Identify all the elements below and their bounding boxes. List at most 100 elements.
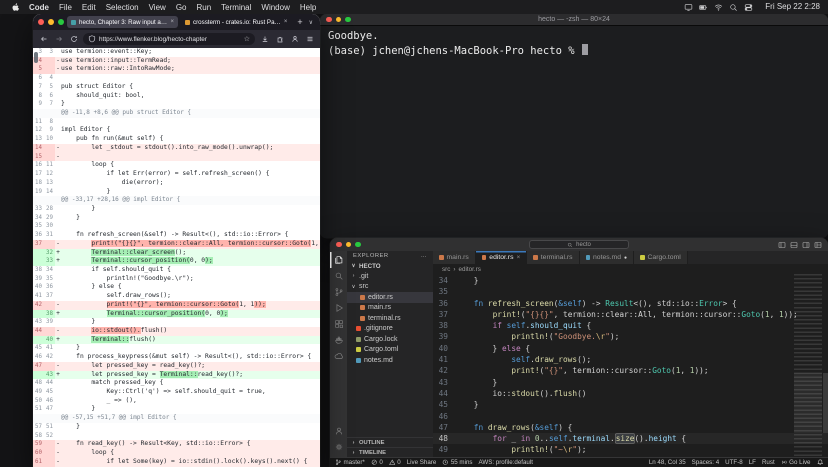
control-center-icon[interactable]	[744, 3, 753, 12]
menu-item-help[interactable]: Help	[295, 3, 321, 12]
activity-cloud-icon[interactable]	[330, 348, 347, 364]
editor-tab-notes.md[interactable]: notes.md ●	[579, 251, 635, 264]
wifi-icon[interactable]	[714, 3, 723, 12]
vscode-window-controls[interactable]	[336, 241, 361, 248]
panel-bottom-icon[interactable]	[790, 241, 798, 249]
status-item-go-live[interactable]: Go Live	[781, 459, 811, 466]
panel-left-icon[interactable]	[778, 241, 786, 249]
panel-right-icon[interactable]	[802, 241, 810, 249]
editor-tab-terminal.rs[interactable]: terminal.rs	[527, 251, 580, 264]
code-line[interactable]: 37 print!("{}{}", termion::clear::All, t…	[433, 309, 828, 320]
extensions-icon[interactable]	[274, 34, 285, 45]
explorer-item-notes.md[interactable]: notes.md	[347, 355, 433, 366]
code-line[interactable]: 41 self.draw_rows();	[433, 354, 828, 365]
status-item-master-[interactable]: master*	[335, 459, 365, 466]
explorer-root-folder[interactable]: ∨ HECTO	[347, 261, 433, 271]
status-item-bell[interactable]	[817, 459, 824, 466]
status-item-spaces-4[interactable]: Spaces: 4	[692, 459, 720, 466]
display-icon[interactable]	[684, 3, 693, 12]
browser-tab[interactable]: crossterm - crates.io: Rust Pac… ×	[181, 16, 291, 28]
code-line[interactable]: 49 println!("~\r");	[433, 444, 828, 455]
status-item-aws-profile-default[interactable]: AWS: profile:default	[479, 459, 533, 466]
code-line[interactable]: 38 if self.should_quit {	[433, 320, 828, 331]
menu-icon[interactable]	[304, 34, 315, 45]
account-icon[interactable]	[289, 34, 300, 45]
code-line[interactable]: 40 } else {	[433, 343, 828, 354]
status-item-0[interactable]: 0	[371, 459, 383, 466]
activity-search-icon[interactable]	[330, 268, 347, 284]
editor-tab-main.rs[interactable]: main.rs	[433, 251, 476, 264]
apple-logo[interactable]	[8, 2, 24, 12]
download-icon[interactable]	[259, 34, 270, 45]
terminal-titlebar[interactable]: hecto — -zsh — 80×24	[320, 14, 828, 26]
editor-scrollbar-thumb[interactable]	[823, 372, 828, 434]
status-item-55-mins[interactable]: 55 mins	[442, 459, 473, 466]
sidebar-section-outline[interactable]: › OUTLINE	[347, 437, 433, 447]
minimap[interactable]	[794, 274, 822, 457]
bookmark-star-icon[interactable]: ☆	[244, 35, 250, 43]
code-line[interactable]: 36 fn refresh_screen(&self) -> Result<()…	[433, 298, 828, 309]
activity-ext-icon[interactable]	[330, 316, 347, 332]
code-line[interactable]: 47 fn draw_rows(&self) {	[433, 422, 828, 433]
activity-account-icon[interactable]	[330, 423, 347, 439]
activity-scm-icon[interactable]	[330, 284, 347, 300]
code-line[interactable]: 48 for _ in 0..self.terminal.size().heig…	[433, 433, 828, 445]
explorer-item-Cargo.toml[interactable]: Cargo.toml	[347, 345, 433, 356]
browser-tab[interactable]: hecto, Chapter 3: Raw input an… ×	[67, 16, 179, 28]
tab-close-icon[interactable]: ×	[284, 19, 288, 25]
command-center[interactable]: hecto	[529, 240, 629, 249]
status-item-live-share[interactable]: Live Share	[407, 459, 437, 466]
menu-item-run[interactable]: Run	[191, 3, 216, 12]
status-item-lf[interactable]: LF	[749, 459, 756, 466]
menubar-clock[interactable]: Fri Sep 22 2:28	[763, 2, 820, 11]
explorer-item-Cargo.lock[interactable]: Cargo.lock	[347, 334, 433, 345]
explorer-actions-icon[interactable]: …	[421, 253, 427, 259]
code-line[interactable]: 46	[433, 411, 828, 422]
code-line[interactable]: 45 }	[433, 399, 828, 410]
code-line[interactable]: 43 }	[433, 377, 828, 388]
explorer-item-.git[interactable]: › .git	[347, 271, 433, 282]
menu-item-terminal[interactable]: Terminal	[216, 3, 256, 12]
status-item-utf-8[interactable]: UTF-8	[725, 459, 743, 466]
sidebar-section-timeline[interactable]: › TIMELINE	[347, 447, 433, 457]
code-line[interactable]: 44 io::stdout().flush()	[433, 388, 828, 399]
code-line[interactable]: 35	[433, 286, 828, 297]
menu-item-code[interactable]: Code	[24, 3, 54, 12]
terminal-output[interactable]: Goodbye. (base) jchen@jchens-MacBook-Pro…	[320, 26, 828, 62]
new-tab-button[interactable]: +	[294, 17, 305, 27]
list-tabs-icon[interactable]: ∨	[309, 19, 315, 26]
back-icon[interactable]	[38, 34, 49, 45]
browser-tab-bar[interactable]: hecto, Chapter 3: Raw input an… × crosster…	[33, 14, 320, 30]
activity-gear-icon[interactable]	[330, 439, 347, 455]
status-item-rust[interactable]: Rust	[762, 459, 775, 466]
vscode-titlebar[interactable]: hecto	[330, 238, 828, 251]
menu-item-file[interactable]: File	[54, 3, 77, 12]
status-item-0[interactable]: 0	[388, 459, 401, 466]
browser-window-controls[interactable]	[38, 19, 64, 25]
code-editor[interactable]: 34 } 35 36 fn refresh_screen(&self) -> Res…	[433, 274, 828, 457]
explorer-item-terminal.rs[interactable]: terminal.rs	[347, 313, 433, 324]
url-bar[interactable]: https://www.flenker.blog/hecto-chapter ☆	[83, 33, 255, 45]
search-icon[interactable]	[729, 3, 738, 12]
explorer-item-main.rs[interactable]: main.rs	[347, 303, 433, 314]
editor-tab-Cargo.toml[interactable]: Cargo.toml	[634, 251, 688, 264]
code-line[interactable]: 34 }	[433, 275, 828, 286]
menu-item-selection[interactable]: Selection	[101, 3, 144, 12]
explorer-item-src[interactable]: ∨ src	[347, 282, 433, 293]
editor-tab-editor.rs[interactable]: editor.rs ×	[475, 251, 528, 264]
explorer-item-editor.rs[interactable]: editor.rs	[347, 292, 433, 303]
code-line[interactable]: 39 println!("Goodbye.\r");	[433, 331, 828, 342]
code-line[interactable]: 42 print!("{}", termion::cursor::Goto(1,…	[433, 365, 828, 376]
terminal-window-controls[interactable]	[326, 16, 351, 23]
activity-explorer-icon[interactable]	[330, 252, 347, 268]
forward-icon[interactable]	[53, 34, 64, 45]
page-scrollbar-thumb[interactable]	[34, 52, 38, 63]
activity-docker-icon[interactable]	[330, 332, 347, 348]
layout-icon[interactable]	[814, 241, 822, 249]
menu-item-go[interactable]: Go	[171, 3, 192, 12]
minimap-viewport[interactable]	[794, 372, 822, 434]
menu-item-view[interactable]: View	[144, 3, 171, 12]
menu-item-edit[interactable]: Edit	[77, 3, 101, 12]
breadcrumb[interactable]: src › editor.rs	[433, 264, 828, 274]
battery-icon[interactable]	[699, 3, 708, 12]
